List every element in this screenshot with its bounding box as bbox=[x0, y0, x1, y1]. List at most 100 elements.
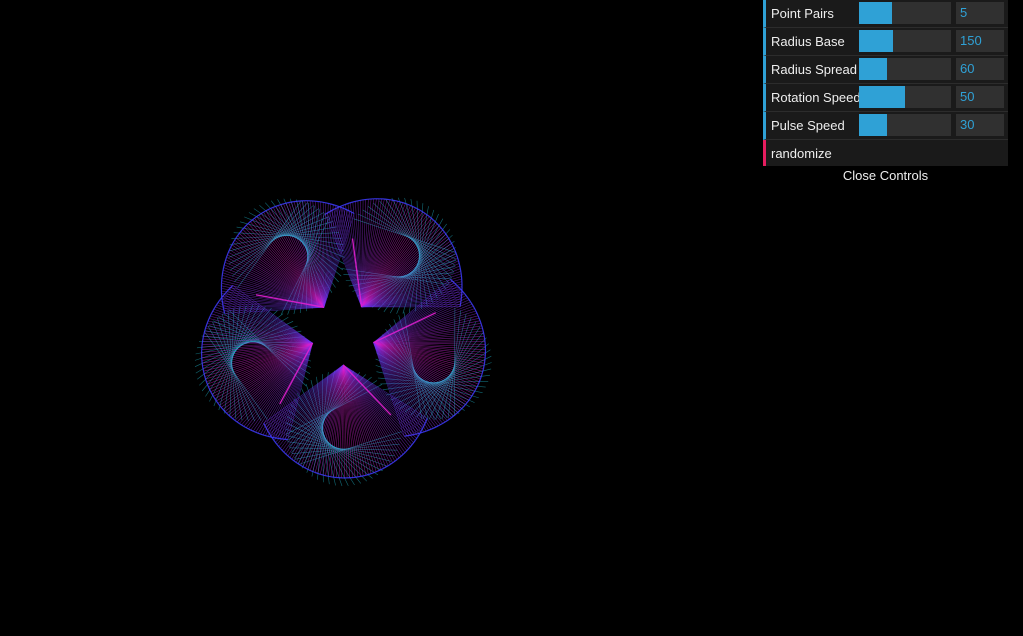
rim-line bbox=[221, 298, 224, 304]
rim-line bbox=[262, 434, 269, 437]
rim-line bbox=[363, 473, 369, 477]
rim-line bbox=[293, 200, 300, 203]
control-rotation-speed: Rotation Speed bbox=[763, 84, 1008, 112]
rim-line bbox=[389, 199, 396, 202]
point-pairs-slider-fill bbox=[859, 2, 893, 24]
rim-line bbox=[325, 202, 331, 205]
control-point-pairs: Point Pairs bbox=[763, 0, 1008, 28]
rim-line bbox=[278, 203, 284, 206]
rim-line bbox=[383, 465, 389, 469]
rim-line bbox=[352, 476, 358, 479]
rim-line bbox=[320, 473, 326, 477]
radius-spread-label: Radius Spread bbox=[771, 62, 857, 77]
rim-line bbox=[482, 330, 485, 337]
rim-line bbox=[234, 419, 240, 424]
rim-line bbox=[263, 208, 269, 213]
rim-line bbox=[330, 476, 337, 479]
rim-line bbox=[457, 285, 462, 291]
petal-line bbox=[361, 248, 455, 308]
rim-line bbox=[283, 451, 289, 457]
randomize-button[interactable]: randomize bbox=[763, 140, 1008, 168]
rim-line bbox=[459, 265, 462, 272]
rim-line bbox=[252, 430, 259, 434]
rim-line bbox=[446, 417, 453, 422]
rim-line bbox=[213, 304, 218, 310]
randomize-label: randomize bbox=[771, 146, 832, 161]
rim-line bbox=[315, 200, 321, 203]
rim-line bbox=[330, 203, 336, 207]
close-controls-button[interactable]: Close Controls bbox=[763, 166, 1008, 186]
rotation-speed-slider[interactable] bbox=[859, 86, 951, 108]
rim-line bbox=[467, 297, 472, 303]
rim-line bbox=[212, 396, 217, 402]
rim-line bbox=[222, 303, 225, 309]
radius-spread-slider[interactable] bbox=[859, 58, 951, 80]
control-radius-spread: Radius Spread bbox=[763, 56, 1008, 84]
petal-line bbox=[361, 231, 445, 308]
rim-line bbox=[437, 422, 444, 427]
rim-line bbox=[433, 425, 439, 429]
rim-line bbox=[342, 202, 349, 206]
radius-spread-input[interactable] bbox=[956, 58, 1004, 80]
rim-line bbox=[201, 365, 205, 372]
rim-line bbox=[422, 422, 426, 428]
radius-base-label: Radius Base bbox=[771, 34, 845, 49]
pulse-speed-label: Pulse Speed bbox=[771, 118, 845, 133]
radius-base-input[interactable] bbox=[956, 30, 1004, 52]
rotation-speed-input[interactable] bbox=[956, 86, 1004, 108]
rim-line bbox=[384, 198, 390, 201]
rim-line bbox=[368, 472, 374, 476]
rim-line bbox=[216, 300, 220, 306]
rim-line bbox=[352, 200, 359, 203]
rim-line bbox=[238, 422, 245, 427]
rim-line bbox=[315, 471, 321, 475]
rim-line bbox=[400, 201, 406, 205]
rim-line bbox=[479, 320, 483, 326]
control-panel: Point Pairs Radius Base Radius Spread Ro… bbox=[763, 0, 1008, 168]
rim-line bbox=[283, 201, 289, 205]
rim-line bbox=[454, 250, 458, 256]
control-radius-base: Radius Base bbox=[763, 28, 1008, 56]
radius-base-slider[interactable] bbox=[859, 30, 951, 52]
rim-line bbox=[204, 323, 208, 329]
petal-line bbox=[373, 342, 450, 420]
rim-line bbox=[428, 216, 434, 221]
rotation-speed-slider-fill bbox=[859, 86, 905, 108]
rim-line bbox=[347, 201, 353, 205]
rim-line bbox=[410, 204, 416, 209]
rim-line bbox=[222, 267, 225, 273]
rim-line bbox=[204, 376, 207, 382]
rim-line bbox=[335, 204, 341, 208]
rim-line bbox=[267, 435, 274, 439]
pulse-speed-input[interactable] bbox=[956, 114, 1004, 136]
rim-line bbox=[201, 338, 204, 345]
rim-line bbox=[483, 336, 486, 342]
rim-line bbox=[414, 435, 419, 441]
rim-line bbox=[415, 207, 421, 211]
point-pairs-slider[interactable] bbox=[859, 2, 951, 24]
rim-line bbox=[325, 475, 332, 478]
rim-line bbox=[215, 400, 220, 406]
rim-line bbox=[227, 247, 232, 253]
pulse-speed-slider[interactable] bbox=[859, 114, 951, 136]
point-pairs-input[interactable] bbox=[956, 2, 1004, 24]
rim-line bbox=[257, 432, 264, 436]
rim-line bbox=[481, 325, 484, 332]
rim-line bbox=[201, 360, 204, 366]
rim-line bbox=[456, 255, 460, 261]
rim-line bbox=[223, 262, 226, 268]
rim-line bbox=[268, 206, 274, 211]
rim-line bbox=[479, 373, 483, 380]
rim-line bbox=[291, 458, 297, 463]
rim-line bbox=[221, 272, 224, 278]
rim-line bbox=[387, 462, 394, 467]
rim-line bbox=[219, 404, 224, 410]
rim-line bbox=[224, 257, 228, 263]
rim-line bbox=[248, 428, 254, 432]
rim-line bbox=[225, 251, 229, 258]
rim-line bbox=[202, 333, 205, 340]
rim-line bbox=[265, 427, 269, 433]
rotation-speed-label: Rotation Speed bbox=[771, 90, 861, 105]
rim-line bbox=[400, 452, 406, 457]
petal-line bbox=[373, 293, 465, 343]
